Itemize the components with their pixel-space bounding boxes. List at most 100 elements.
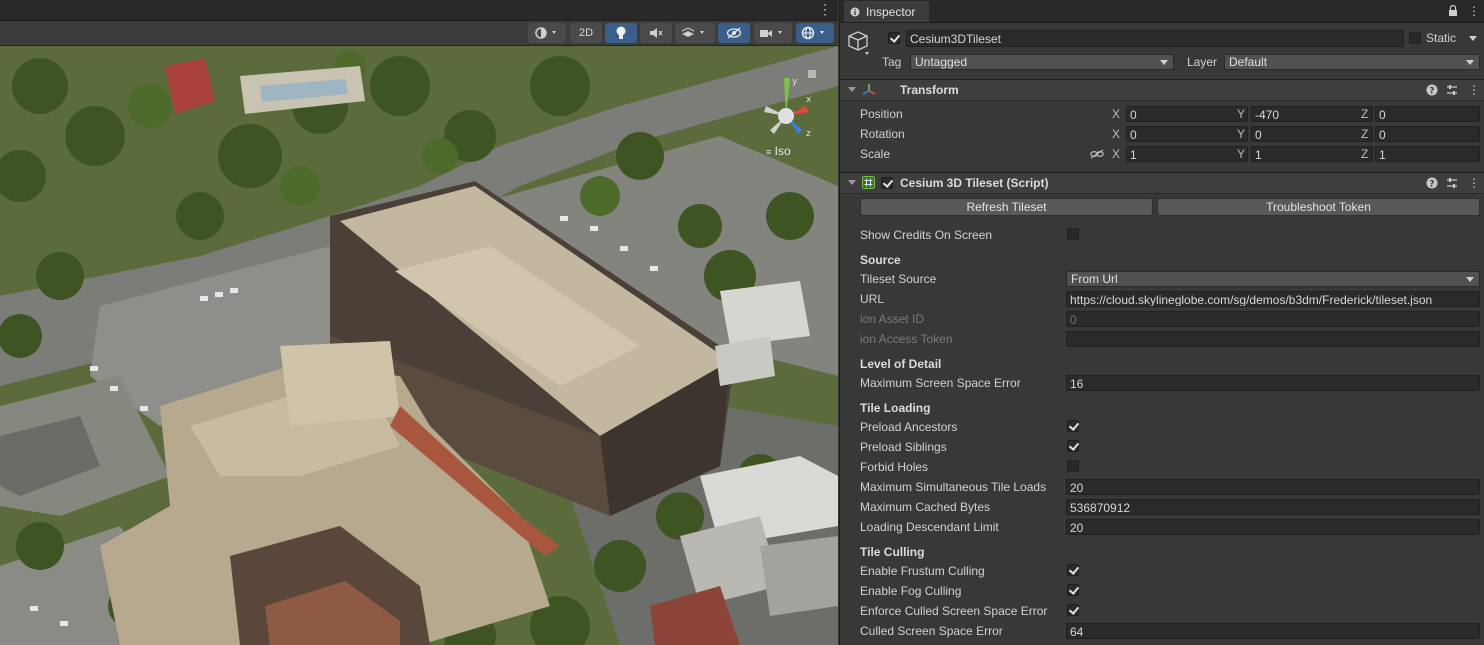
chevron-down-icon: [1466, 60, 1474, 65]
iso-lines-icon: ≡: [766, 147, 772, 157]
rotation-x-field[interactable]: 0: [1126, 126, 1248, 142]
layer-value: Default: [1229, 55, 1268, 69]
inspector-tab-bar: Inspector ⋮: [840, 0, 1484, 23]
static-label: Static: [1426, 31, 1457, 45]
gizmo-iso-label[interactable]: ≡ Iso: [766, 144, 791, 158]
effects-layers-icon: [681, 27, 704, 37]
frustum-culling-label: Enable Frustum Culling: [860, 564, 985, 578]
refresh-tileset-button[interactable]: Refresh Tileset: [860, 198, 1153, 216]
url-label: URL: [860, 292, 885, 306]
scale-z-field[interactable]: 1: [1375, 146, 1480, 162]
script-hash-icon: [862, 176, 875, 189]
inspector-panel: Inspector ⋮ Cesium3DTileset Static Tag U…: [839, 0, 1484, 645]
position-z-label: Z: [1361, 107, 1369, 121]
ion-asset-id-field: 0: [1066, 311, 1480, 327]
scale-y-label: Y: [1237, 147, 1246, 161]
component-enabled-checkbox[interactable]: [881, 177, 893, 189]
rotation-z-field[interactable]: 0: [1375, 126, 1480, 142]
tile-loading-header: Tile Loading: [860, 401, 931, 415]
camera-icon: [760, 30, 782, 37]
tab-inspector[interactable]: Inspector: [844, 1, 930, 22]
help-icon[interactable]: ?: [1426, 84, 1438, 96]
gizmos-globe-icon: [801, 26, 824, 40]
gameobject-active-checkbox[interactable]: [888, 32, 900, 44]
scale-x-field[interactable]: 1: [1126, 146, 1248, 162]
troubleshoot-token-button[interactable]: Troubleshoot Token: [1157, 198, 1480, 216]
scene-view[interactable]: ⋮ 2D y x z ≡ Iso: [0, 0, 838, 645]
effects-button[interactable]: [675, 23, 715, 43]
loading-descendant-label: Loading Descendant Limit: [860, 520, 999, 534]
transform-title: Transform: [900, 83, 959, 97]
url-field[interactable]: https://cloud.skylineglobe.com/sg/demos/…: [1066, 291, 1480, 307]
info-icon: [850, 7, 860, 16]
audio-button[interactable]: [640, 23, 672, 43]
mode-2d-button[interactable]: 2D: [570, 23, 602, 43]
forbid-holes-label: Forbid Holes: [860, 460, 929, 474]
enforce-culled-sse-label: Enforce Culled Screen Space Error: [860, 604, 1048, 618]
lock-icon[interactable]: [1448, 5, 1458, 17]
chevron-down-icon: [1160, 60, 1168, 65]
lighting-button[interactable]: [605, 23, 637, 43]
component-more-icon[interactable]: ⋮: [1468, 84, 1480, 96]
frustum-culling-checkbox[interactable]: [1067, 564, 1079, 576]
preload-ancestors-checkbox[interactable]: [1067, 420, 1079, 432]
forbid-holes-checkbox[interactable]: [1067, 460, 1079, 472]
scene-viewport[interactable]: [0, 46, 838, 645]
gizmos-button[interactable]: [796, 23, 834, 43]
svg-text:x: x: [806, 95, 812, 105]
constrain-proportions-icon[interactable]: [1090, 149, 1104, 159]
rotation-y-field[interactable]: 0: [1251, 126, 1373, 142]
presets-sliders-icon[interactable]: [1446, 84, 1458, 96]
scale-label: Scale: [860, 147, 891, 161]
component-more-icon[interactable]: ⋮: [1468, 177, 1480, 189]
aerial-city-render: [0, 46, 838, 645]
tileset-source-label: Tileset Source: [860, 272, 937, 286]
static-checkbox[interactable]: [1409, 32, 1421, 44]
tileset-source-dropdown[interactable]: From Url: [1066, 271, 1480, 287]
shading-sphere-icon: [535, 27, 556, 39]
scene-toolbar: 2D: [0, 21, 838, 46]
help-icon[interactable]: ?: [1426, 177, 1438, 189]
position-y-field[interactable]: -470: [1251, 106, 1373, 122]
show-credits-checkbox[interactable]: [1067, 228, 1079, 240]
fog-culling-checkbox[interactable]: [1067, 584, 1079, 596]
collapse-arrow-icon[interactable]: [848, 180, 856, 186]
max-sse-label: Maximum Screen Space Error: [860, 376, 1021, 390]
static-dropdown-icon[interactable]: [1469, 36, 1477, 42]
rotation-y-label: Y: [1237, 127, 1246, 141]
collapse-arrow-icon[interactable]: [848, 87, 856, 93]
inspector-more-icon[interactable]: ⋮: [1468, 5, 1480, 17]
svg-text:z: z: [806, 129, 811, 139]
max-sim-loads-field[interactable]: 20: [1066, 479, 1480, 495]
gameobject-name-field[interactable]: Cesium3DTileset: [906, 30, 1404, 47]
max-cached-bytes-field[interactable]: 536870912: [1066, 499, 1480, 515]
layer-dropdown[interactable]: Default: [1224, 54, 1480, 70]
camera-button[interactable]: [754, 23, 792, 43]
tag-dropdown[interactable]: Untagged: [910, 54, 1174, 70]
preload-siblings-label: Preload Siblings: [860, 440, 947, 454]
enforce-culled-sse-checkbox[interactable]: [1067, 604, 1079, 616]
loading-descendant-field[interactable]: 20: [1066, 519, 1480, 535]
preload-ancestors-label: Preload Ancestors: [860, 420, 958, 434]
culled-sse-field[interactable]: 64: [1066, 623, 1480, 639]
rotation-x-label: X: [1112, 127, 1121, 141]
max-sse-field[interactable]: 16: [1066, 375, 1480, 391]
shading-mode-button[interactable]: [528, 23, 566, 43]
scale-z-label: Z: [1361, 147, 1369, 161]
preload-siblings-checkbox[interactable]: [1067, 440, 1079, 452]
tag-label: Tag: [882, 55, 902, 69]
scene-visibility-button[interactable]: [718, 23, 750, 43]
presets-sliders-icon[interactable]: [1446, 177, 1458, 189]
position-label: Position: [860, 107, 903, 121]
ion-asset-id-label: ion Asset ID: [860, 312, 925, 326]
lightbulb-icon: [616, 26, 626, 39]
position-x-field[interactable]: 0: [1126, 106, 1248, 122]
orientation-gizmo[interactable]: y x z ≡ Iso: [748, 70, 828, 160]
cesium-tileset-header[interactable]: Cesium 3D Tileset (Script) ? ⋮: [840, 172, 1484, 194]
position-z-field[interactable]: 0: [1375, 106, 1480, 122]
transform-header[interactable]: Transform ? ⋮: [840, 79, 1484, 101]
scale-y-field[interactable]: 1: [1251, 146, 1373, 162]
rotation-label: Rotation: [860, 127, 905, 141]
scene-more-icon[interactable]: ⋮: [818, 2, 832, 16]
show-credits-label: Show Credits On Screen: [860, 228, 993, 242]
